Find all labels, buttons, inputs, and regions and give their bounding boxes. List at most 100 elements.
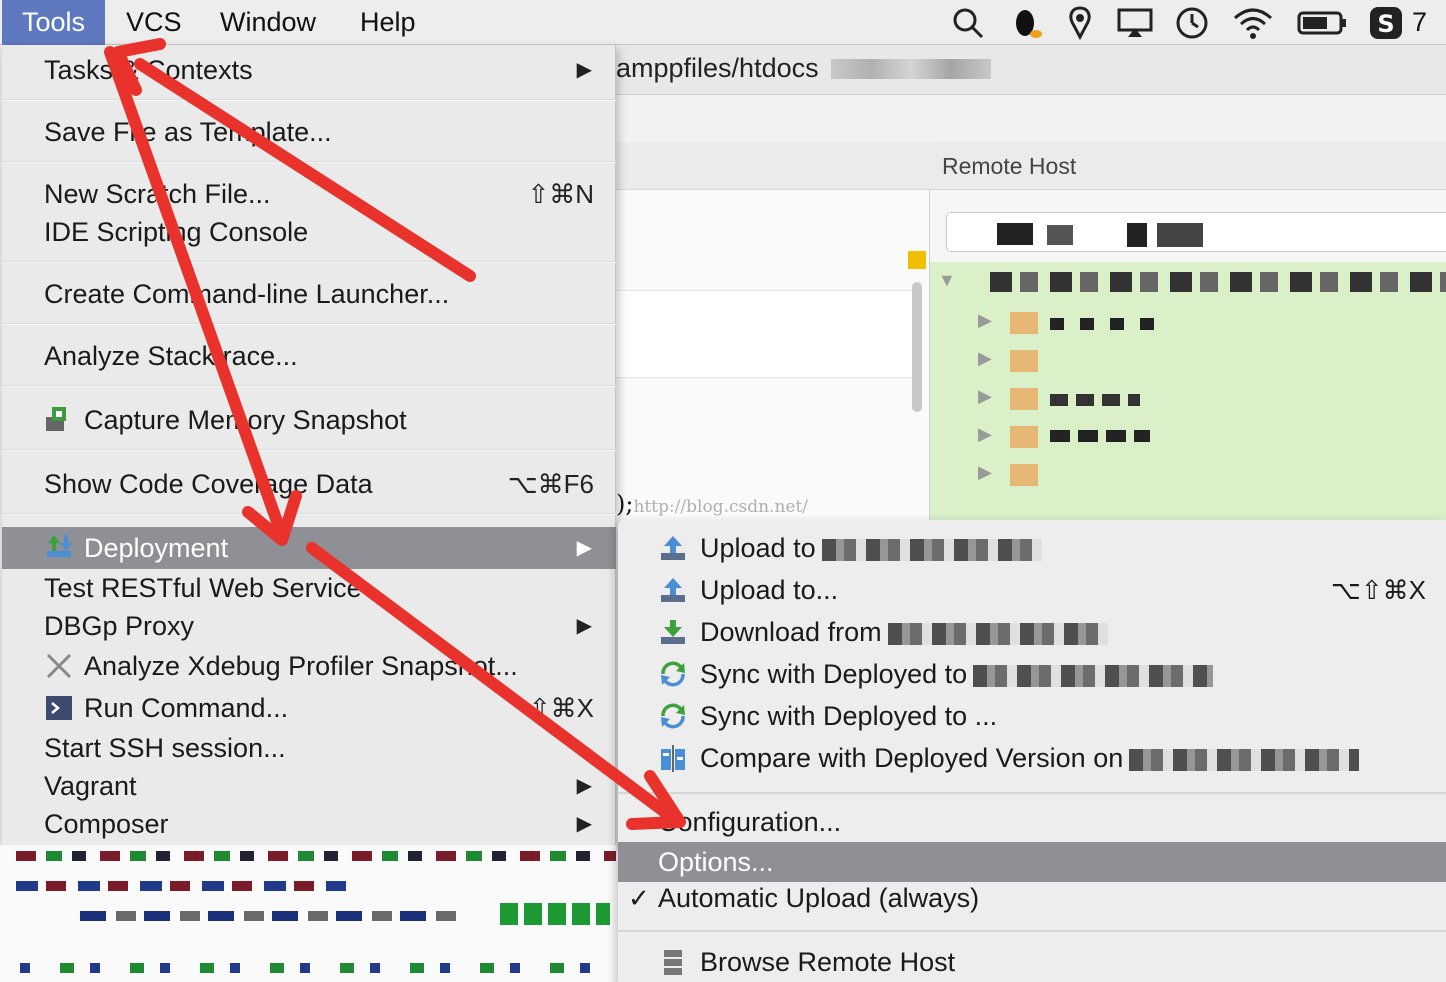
- compare-icon: [661, 745, 685, 772]
- menubar-help[interactable]: Help: [340, 0, 436, 45]
- submenu-arrow-icon: ▶: [576, 59, 592, 81]
- menu-item-vagrant[interactable]: Vagrant ▶: [2, 767, 616, 805]
- display-icon[interactable]: [1114, 6, 1156, 40]
- shortcut: ⇧⌘N: [527, 179, 594, 209]
- redacted-server-name: [973, 664, 1214, 687]
- menu-item-label: Analyze Xdebug Profiler Snapshot...: [84, 651, 518, 681]
- menu-item-analyze-stacktrace[interactable]: Analyze Stacktrace...: [2, 337, 616, 375]
- menu-item-tasks-contexts[interactable]: Tasks & Contexts ▶: [2, 51, 616, 89]
- location-icon[interactable]: [1062, 6, 1098, 40]
- menu-item-label: Vagrant: [44, 771, 137, 801]
- expand-triangle-icon[interactable]: ▶: [978, 424, 992, 445]
- expand-triangle-icon[interactable]: ▶: [978, 462, 992, 483]
- terminal-icon: [46, 696, 72, 720]
- folder-icon: [1010, 350, 1038, 372]
- checkmark-icon: ✓: [628, 883, 650, 913]
- remote-file-tree[interactable]: ▼ ▶ ▶ ▶ ▶ ▶: [930, 262, 1446, 522]
- upload-icon: [661, 578, 685, 602]
- sync-icon: [661, 661, 685, 687]
- remote-host-title: Remote Host: [930, 142, 1446, 190]
- expand-triangle-icon[interactable]: ▶: [978, 386, 992, 407]
- menu-item-label: Analyze Stacktrace...: [44, 341, 298, 371]
- menu-item-label: Browse Remote Host: [700, 947, 956, 977]
- s-app-icon[interactable]: S: [1366, 6, 1406, 40]
- menu-item-options[interactable]: Options...: [618, 842, 1446, 882]
- watermark-text: );http://blog.csdn.net/: [616, 490, 808, 518]
- menu-separator: [618, 792, 1446, 794]
- menu-item-label: Composer: [44, 809, 169, 839]
- menu-item-browse-remote[interactable]: Browse Remote Host: [618, 942, 1446, 982]
- time-machine-icon[interactable]: [1172, 6, 1212, 40]
- wifi-icon[interactable]: [1230, 6, 1276, 40]
- clock[interactable]: 7: [1412, 0, 1427, 45]
- expand-triangle-icon[interactable]: ▶: [978, 348, 992, 369]
- menu-item-new-scratch[interactable]: New Scratch File... ⇧⌘N: [2, 175, 616, 213]
- menu-item-label: Upload to: [700, 533, 816, 563]
- memory-snapshot-icon: [46, 407, 66, 431]
- menu-item-ide-scripting[interactable]: IDE Scripting Console: [2, 213, 616, 251]
- submenu-arrow-icon: ▶: [576, 537, 592, 559]
- redacted-server-name: [1129, 748, 1360, 771]
- expand-triangle-icon[interactable]: ▶: [978, 310, 992, 331]
- submenu-arrow-icon: ▶: [576, 813, 592, 835]
- xdebug-icon: [46, 653, 72, 679]
- menu-item-download-from[interactable]: Download from: [618, 612, 1446, 652]
- menubar-vcs[interactable]: VCS: [106, 0, 202, 45]
- menu-item-label: Capture Memory Snapshot: [84, 405, 407, 435]
- shortcut: ⌥⇧⌘X: [1330, 575, 1426, 605]
- folder-icon: [1010, 464, 1038, 486]
- macos-menu-bar: Tools VCS Window Help S 7: [0, 0, 1446, 45]
- remote-server-selector[interactable]: [946, 212, 1446, 252]
- editor-scrollbar[interactable]: [912, 282, 922, 412]
- svg-text:S: S: [1377, 10, 1394, 38]
- menu-item-label: Options...: [658, 847, 774, 877]
- menu-item-label: Upload to...: [700, 575, 839, 605]
- menu-item-deployment[interactable]: Deployment ▶: [2, 527, 616, 569]
- redacted-server-name: [887, 622, 1108, 645]
- menu-item-label: Configuration...: [658, 807, 842, 837]
- menubar-tools[interactable]: Tools: [2, 0, 106, 45]
- menu-item-label: Create Command-line Launcher...: [44, 279, 450, 309]
- download-icon: [661, 620, 685, 644]
- editor-current-line: [616, 290, 916, 378]
- menu-item-label: Deployment: [84, 533, 229, 563]
- menu-item-analyze-xdebug[interactable]: Analyze Xdebug Profiler Snapshot...: [2, 647, 616, 685]
- editor-code-fragment: );: [616, 490, 634, 518]
- menu-item-test-restful[interactable]: Test RESTful Web Service: [2, 569, 616, 607]
- qq-penguin-icon[interactable]: [1006, 6, 1046, 40]
- menu-item-label: Compare with Deployed Version on: [700, 743, 1124, 773]
- collapse-triangle-icon[interactable]: ▼: [938, 270, 956, 291]
- menu-item-run-command[interactable]: Run Command... ⇧⌘X: [2, 689, 616, 727]
- menu-item-sync-default[interactable]: Sync with Deployed to: [618, 654, 1446, 694]
- sync-icon: [661, 703, 685, 729]
- menu-separator: [2, 323, 616, 325]
- folder-icon: [1010, 312, 1038, 334]
- menu-item-show-coverage[interactable]: Show Code Coverage Data ⌥⌘F6: [2, 465, 616, 503]
- menu-item-capture-memory[interactable]: Capture Memory Snapshot: [2, 401, 616, 439]
- search-icon[interactable]: [948, 6, 988, 40]
- menu-separator: [2, 513, 616, 515]
- menu-item-automatic-upload[interactable]: ✓ Automatic Upload (always): [618, 878, 1446, 918]
- menu-item-label: Sync with Deployed to ...: [700, 701, 998, 731]
- menubar-window[interactable]: Window: [200, 0, 336, 45]
- menu-item-composer[interactable]: Composer ▶: [2, 805, 616, 843]
- tools-menu: Tasks & Contexts ▶ Save File as Template.…: [2, 45, 616, 845]
- menu-item-start-ssh[interactable]: Start SSH session...: [2, 729, 616, 767]
- menu-item-upload-to[interactable]: Upload to... ⌥⇧⌘X: [618, 570, 1446, 610]
- folder-icon: [1010, 426, 1038, 448]
- shortcut: ⌥⌘F6: [507, 469, 594, 499]
- menu-item-dbgp-proxy[interactable]: DBGp Proxy ▶: [2, 607, 616, 645]
- menu-item-upload-to-default[interactable]: Upload to: [618, 528, 1446, 568]
- menu-item-label: Automatic Upload (always): [658, 883, 980, 913]
- menu-item-label: Save File as Template...: [44, 117, 332, 147]
- battery-icon[interactable]: [1296, 6, 1348, 40]
- menu-item-compare[interactable]: Compare with Deployed Version on: [618, 738, 1446, 778]
- menu-item-save-template[interactable]: Save File as Template...: [2, 113, 616, 151]
- shortcut: ⇧⌘X: [528, 693, 594, 723]
- warning-marker[interactable]: [908, 251, 926, 269]
- menu-item-configuration[interactable]: Configuration...: [618, 802, 1446, 842]
- menu-item-create-launcher[interactable]: Create Command-line Launcher...: [2, 275, 616, 313]
- menu-item-label: Sync with Deployed to: [700, 659, 968, 689]
- server-icon: [664, 950, 682, 975]
- menu-item-sync-with[interactable]: Sync with Deployed to ...: [618, 696, 1446, 736]
